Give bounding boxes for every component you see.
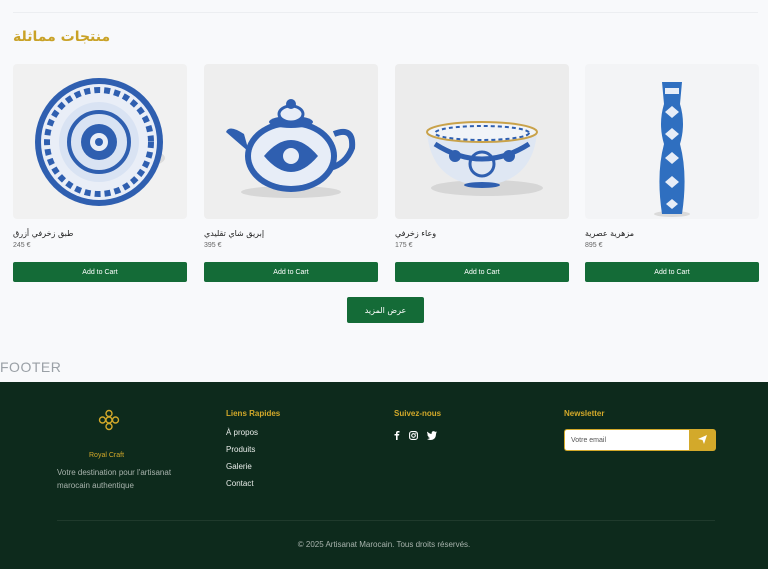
product-card[interactable]: إبريق شاي تقليدي 395 € Add to Cart bbox=[204, 64, 378, 282]
footer-link-gallery[interactable]: Galerie bbox=[226, 462, 280, 479]
footer-link-products[interactable]: Produits bbox=[226, 445, 280, 462]
instagram-icon[interactable] bbox=[409, 431, 418, 440]
footer-divider bbox=[57, 520, 715, 521]
product-card[interactable]: وعاء زخرفي 175 € Add to Cart bbox=[395, 64, 569, 282]
newsletter-submit-button[interactable] bbox=[689, 429, 716, 451]
product-card[interactable]: طبق زخرفي أزرق 245 € Add to Cart bbox=[13, 64, 187, 282]
newsletter-form: Votre email bbox=[564, 429, 716, 451]
follow-us: Suivez-nous bbox=[394, 409, 441, 440]
brand-name: Royal Craft bbox=[89, 452, 125, 459]
quick-links: Liens Rapides À propos Produits Galerie … bbox=[226, 409, 280, 496]
product-name: مزهرية عصرية bbox=[585, 229, 635, 238]
product-card[interactable]: مزهرية عصرية 895 € Add to Cart bbox=[585, 64, 759, 282]
footer-link-contact[interactable]: Contact bbox=[226, 479, 280, 496]
vase-image[interactable] bbox=[585, 64, 759, 219]
brand-description: Votre destination pour l'artisanat maroc… bbox=[57, 468, 172, 490]
facebook-icon[interactable] bbox=[394, 431, 400, 440]
section-title: منتجات مماثلة bbox=[13, 29, 111, 45]
bowl-image[interactable] bbox=[395, 64, 569, 219]
product-price: 245 € bbox=[13, 242, 31, 249]
show-more-button[interactable]: عرض المزيد bbox=[347, 297, 424, 323]
twitter-icon[interactable] bbox=[427, 431, 437, 440]
add-to-cart-button[interactable]: Add to Cart bbox=[585, 262, 759, 282]
product-name: وعاء زخرفي bbox=[395, 229, 437, 238]
site-footer: Royal Craft Votre destination pour l'art… bbox=[0, 382, 768, 569]
add-to-cart-button[interactable]: Add to Cart bbox=[204, 262, 378, 282]
product-name: طبق زخرفي أزرق bbox=[13, 229, 74, 238]
footer-link-about[interactable]: À propos bbox=[226, 428, 280, 445]
footer-tag: FOOTER bbox=[0, 359, 62, 375]
product-name: إبريق شاي تقليدي bbox=[204, 229, 265, 238]
copyright-text: © 2025 Artisanat Marocain. Tous droits r… bbox=[297, 540, 471, 549]
send-icon bbox=[698, 431, 707, 449]
product-price: 175 € bbox=[395, 242, 413, 249]
product-price: 395 € bbox=[204, 242, 222, 249]
add-to-cart-button[interactable]: Add to Cart bbox=[395, 262, 569, 282]
product-price: 895 € bbox=[585, 242, 603, 249]
quick-links-title: Liens Rapides bbox=[226, 409, 281, 418]
top-divider bbox=[13, 12, 758, 13]
product-grid: طبق زخرفي أزرق 245 € Add to Cart إبريق ش… bbox=[13, 64, 759, 284]
newsletter-email-input[interactable]: Votre email bbox=[564, 429, 689, 451]
teapot-image[interactable] bbox=[204, 64, 378, 219]
blue-plate-image[interactable] bbox=[13, 64, 187, 219]
newsletter-title: Newsletter bbox=[564, 409, 605, 418]
add-to-cart-button[interactable]: Add to Cart bbox=[13, 262, 187, 282]
newsletter: Newsletter Votre email bbox=[564, 409, 716, 451]
follow-title: Suivez-nous bbox=[394, 409, 442, 418]
ornament-logo-icon bbox=[97, 408, 121, 437]
